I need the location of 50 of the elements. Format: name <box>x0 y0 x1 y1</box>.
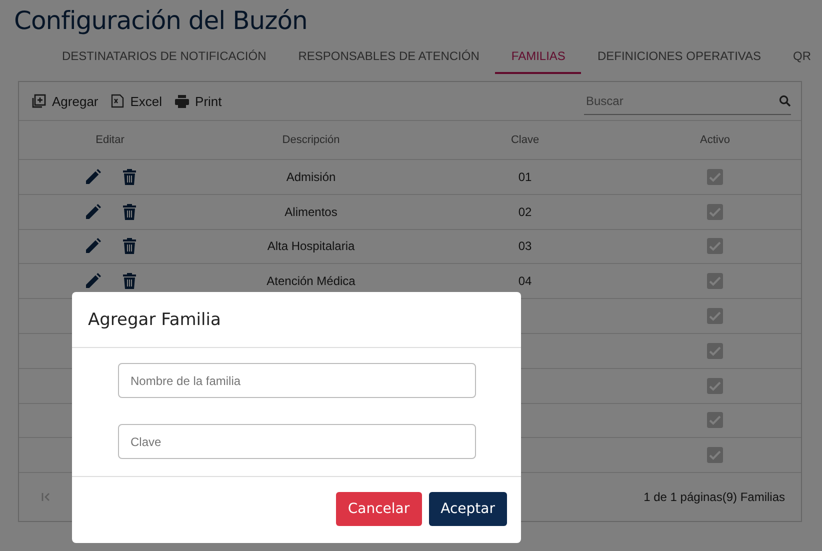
checkbox[interactable] <box>707 308 723 324</box>
input-field[interactable]: Nombre de la familia <box>118 363 476 398</box>
checkbox[interactable] <box>707 238 723 254</box>
edit-icon[interactable] <box>84 238 100 254</box>
checkbox[interactable] <box>707 273 723 290</box>
checkbox[interactable] <box>707 204 723 220</box>
checkbox[interactable] <box>707 412 723 428</box>
table-cell: Admisión <box>286 170 336 184</box>
search-field[interactable]: Buscar <box>584 92 779 108</box>
trash-icon[interactable] <box>122 238 136 254</box>
search-icon <box>779 94 791 106</box>
table-cell: 04 <box>518 274 532 288</box>
printer-icon <box>175 94 190 108</box>
table-cell: 03 <box>518 239 532 254</box>
toolbar-button[interactable]: Excel <box>106 94 170 108</box>
checkbox[interactable] <box>707 378 723 394</box>
accept-button[interactable]: Aceptar <box>428 492 507 526</box>
checkbox[interactable] <box>707 168 723 185</box>
toolbar-button[interactable]: Agregar <box>27 94 106 108</box>
input-field[interactable]: Clave <box>118 424 476 459</box>
column-header: Descripción <box>282 134 340 146</box>
tab[interactable]: FAMILIAS <box>495 41 582 74</box>
tab[interactable]: DESTINATARIOS DE NOTIFICACIÓN <box>46 41 282 74</box>
cancel-button[interactable]: Cancelar <box>336 492 422 526</box>
edit-icon[interactable] <box>84 204 100 220</box>
add-icon <box>32 94 46 108</box>
table-cell: 01 <box>518 170 532 184</box>
page-title: Configuración del Buzón <box>13 5 308 35</box>
edit-icon[interactable] <box>84 168 100 185</box>
tab[interactable]: DEFINICIONES OPERATIVAS <box>581 41 778 74</box>
table-cell: Alimentos <box>284 204 338 219</box>
column-header: Clave <box>510 134 540 146</box>
column-header: Editar <box>96 134 124 146</box>
pager-summary: 1 de 1 páginas(9) Familias <box>644 490 785 504</box>
toolbar-button[interactable]: Print <box>170 94 230 108</box>
checkbox[interactable] <box>707 447 723 464</box>
tab[interactable]: QR <box>777 41 822 74</box>
trash-icon[interactable] <box>122 204 136 220</box>
first-page-icon[interactable] <box>41 492 51 502</box>
trash-icon[interactable] <box>122 273 136 290</box>
table-cell: Alta Hospitalaria <box>267 239 355 254</box>
edit-icon[interactable] <box>84 273 100 290</box>
spreadsheet-icon <box>111 94 124 108</box>
dialog-title: Agregar Familia <box>88 310 221 330</box>
table-cell: Atención Médica <box>266 274 356 288</box>
checkbox[interactable] <box>707 342 723 359</box>
trash-icon[interactable] <box>122 168 136 185</box>
column-header: Activo <box>700 134 730 146</box>
table-cell: 02 <box>518 204 532 219</box>
tab[interactable]: RESPONSABLES DE ATENCIÓN <box>282 41 496 74</box>
